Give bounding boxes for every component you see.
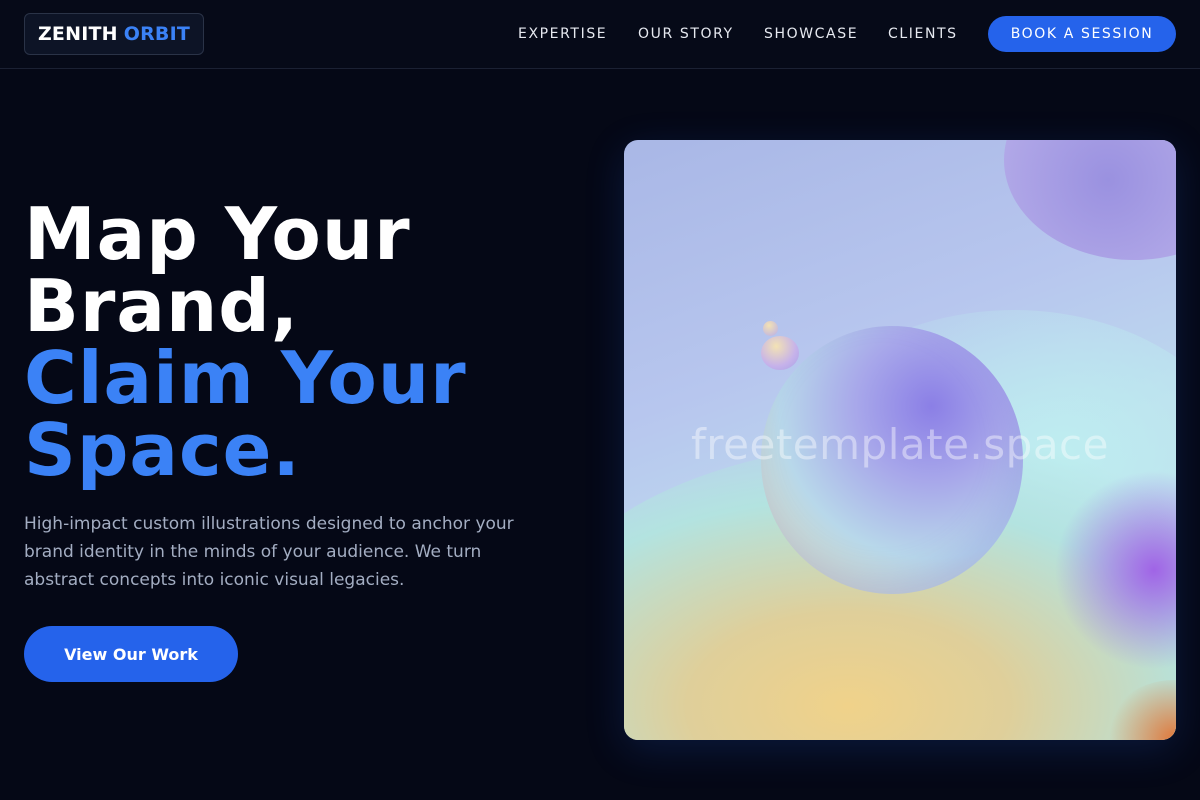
hero-headline-line-3: Claim Your <box>24 336 467 420</box>
nav-link-clients[interactable]: CLIENTS <box>888 26 958 42</box>
hero-headline-line-4: Space. <box>24 408 301 492</box>
art-tiny-bubble <box>763 321 778 336</box>
site-header: ZENITH ORBIT EXPERTISE OUR STORY SHOWCAS… <box>0 0 1200 69</box>
hero-headline: Map Your Brand, Claim Your Space. <box>24 198 584 486</box>
art-purple-blob <box>1004 140 1176 260</box>
brand-logo-word-2: ORBIT <box>123 23 191 45</box>
hero-artwork: freetemplate.space <box>624 140 1176 740</box>
brand-logo[interactable]: ZENITH ORBIT <box>24 13 204 55</box>
nav-link-expertise[interactable]: EXPERTISE <box>518 26 607 42</box>
watermark-text: freetemplate.space <box>691 420 1109 469</box>
book-session-button[interactable]: BOOK A SESSION <box>988 16 1176 52</box>
view-our-work-button[interactable]: View Our Work <box>24 626 238 682</box>
hero-headline-line-1: Map Your <box>24 192 411 276</box>
nav-link-our-story[interactable]: OUR STORY <box>638 26 734 42</box>
art-small-bubble <box>761 336 799 370</box>
hero-description: High-impact custom illustrations designe… <box>24 514 514 590</box>
hero-headline-line-2: Brand, <box>24 264 300 348</box>
nav-link-showcase[interactable]: SHOWCASE <box>764 26 858 42</box>
brand-logo-word-1: ZENITH <box>37 23 118 45</box>
